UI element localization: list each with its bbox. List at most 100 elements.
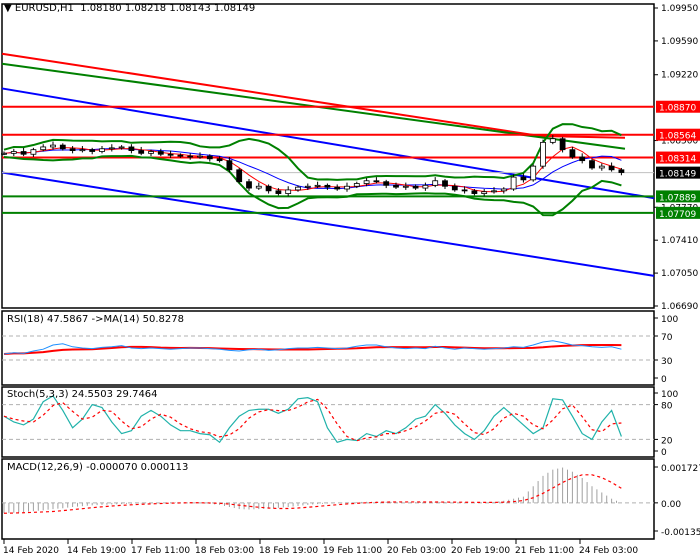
candle-body <box>69 148 76 152</box>
time-tick-label: 18 Feb 03:00 <box>195 546 254 556</box>
time-tick-label: 21 Feb 11:00 <box>515 546 574 556</box>
level-price-label: 1.07889 <box>659 193 696 203</box>
candle-body <box>108 147 115 150</box>
candle-body <box>197 155 203 158</box>
candle-body <box>412 185 419 189</box>
time-tick-label: 14 Feb 19:00 <box>67 546 126 556</box>
candle-body <box>216 158 223 162</box>
candle-body <box>167 153 174 156</box>
candle-body <box>530 165 537 181</box>
stoch-tick-label: 0 <box>661 448 667 458</box>
candle-body <box>138 150 145 154</box>
level-price-label: 1.08870 <box>659 104 696 114</box>
macd-title: MACD(12,26,9) -0.000070 0.000113 <box>7 462 189 473</box>
open-value: 1.08180 <box>80 3 122 14</box>
low-value: 1.08143 <box>169 3 211 14</box>
candle-body <box>461 189 468 192</box>
candle-body <box>40 146 47 151</box>
candle-body <box>177 154 184 157</box>
candle-body <box>1 152 7 155</box>
candle-body <box>334 186 341 190</box>
stoch-tick-label: 100 <box>661 390 678 400</box>
candle-body <box>432 180 439 186</box>
candle-body <box>608 165 615 171</box>
stoch-main-line <box>3 395 622 444</box>
candle-body <box>148 151 154 154</box>
high-value: 1.08218 <box>124 3 167 14</box>
candle-body <box>540 141 546 167</box>
level-price-label: 1.07709 <box>659 210 696 220</box>
candle-body <box>99 148 105 152</box>
stoch-tick-label: 20 <box>661 436 673 446</box>
time-tick-label: 20 Feb 03:00 <box>387 546 446 556</box>
rsi-title: RSI(18) 47.5867 ->MA(14) 50.8278 <box>7 314 184 325</box>
bollinger-upper-band <box>3 123 622 181</box>
candle-body <box>246 181 252 189</box>
candle-body <box>187 155 194 158</box>
candle-body <box>491 190 497 193</box>
candle-body <box>206 155 213 160</box>
channel-upper-line <box>1 87 655 200</box>
candle-body <box>569 149 576 158</box>
symbol-label: EURUSD,H1 <box>14 3 74 14</box>
candle-body <box>402 185 409 188</box>
price-tick-label: 1.06690 <box>661 302 698 312</box>
candle-body <box>549 138 556 143</box>
bollinger-lower-band <box>3 154 622 217</box>
candle-body <box>353 183 360 187</box>
level-price-label: 1.08314 <box>659 155 696 165</box>
candle-body <box>226 160 233 171</box>
candle-body <box>128 146 135 152</box>
time-tick-label: 18 Feb 19:00 <box>259 546 318 556</box>
candle-body <box>236 169 243 183</box>
long-ma-red-line <box>1 52 626 139</box>
candle-body <box>373 180 380 183</box>
rsi-tick-label: 100 <box>661 315 678 325</box>
candle-body <box>579 156 586 162</box>
candle-body <box>344 185 350 190</box>
level-price-label: 1.08564 <box>659 132 696 142</box>
candle-body <box>598 165 605 169</box>
candle-body <box>618 169 625 173</box>
price-tick-label: 1.09950 <box>661 4 698 14</box>
fast-ma-line <box>3 146 622 193</box>
candle-body <box>265 185 272 192</box>
time-tick-label: 14 Feb 2020 <box>3 546 59 556</box>
price-tick-label: 1.09220 <box>661 71 698 81</box>
candle-body <box>451 185 458 191</box>
current-price-label: 1.08149 <box>659 170 696 180</box>
candle-body <box>157 151 164 155</box>
candle-body <box>10 151 17 154</box>
candle-body <box>510 176 517 190</box>
price-tick-label: 1.09590 <box>661 37 698 47</box>
collapse-triangle-icon[interactable]: ▼ <box>4 3 12 14</box>
candle-body <box>50 144 56 148</box>
candle-body <box>255 185 262 189</box>
candle-body <box>481 191 488 194</box>
macd-tick-label: -0.001356 <box>661 528 700 538</box>
candle-body <box>118 146 125 149</box>
macd-tick-label: 0.00 <box>661 500 681 510</box>
candle-body <box>442 180 448 187</box>
candle-body <box>471 190 478 194</box>
candle-body <box>20 151 27 155</box>
candle-body <box>79 149 86 152</box>
price-tick-label: 1.07050 <box>661 269 698 279</box>
candle-body <box>500 188 507 192</box>
candle-body <box>363 180 370 184</box>
rsi-tick-label: 30 <box>661 357 673 367</box>
close-value: 1.08149 <box>213 3 256 14</box>
rsi-tick-label: 0 <box>661 375 667 385</box>
time-tick-label: 19 Feb 11:00 <box>323 546 382 556</box>
candle-body <box>59 144 66 150</box>
candle-body <box>520 176 527 181</box>
candle-body <box>422 184 429 189</box>
candle-body <box>295 186 301 191</box>
candle-body <box>589 160 595 169</box>
stoch-tick-label: 80 <box>661 402 673 412</box>
macd-tick-label: 0.001727 <box>661 464 700 474</box>
stoch-title: Stoch(5,3,3) 24.5503 29.7464 <box>7 389 158 400</box>
candle-body <box>559 138 566 151</box>
chart-canvas[interactable]: 1.099501.095901.092201.085001.077701.074… <box>0 0 700 560</box>
candle-body <box>30 149 37 155</box>
